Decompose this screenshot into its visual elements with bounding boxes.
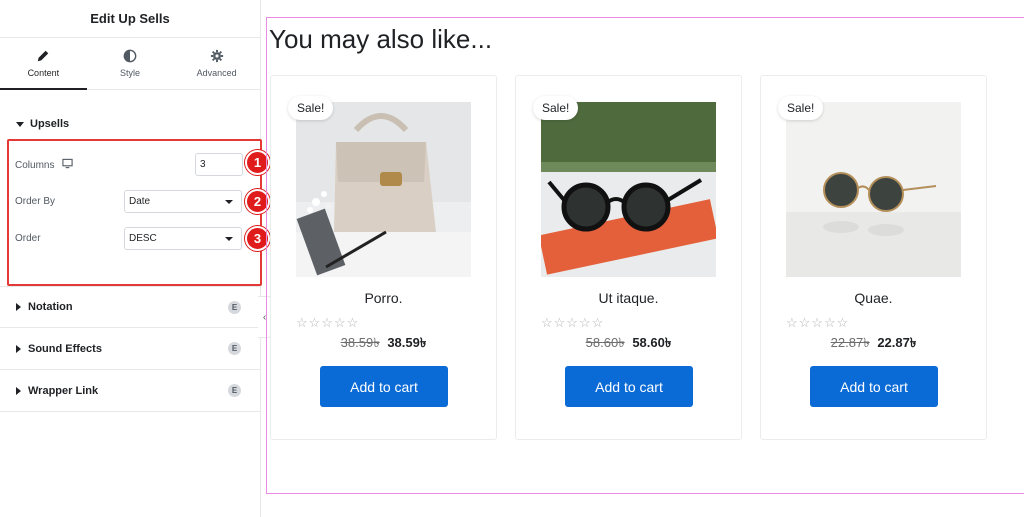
tab-style-label: Style: [120, 68, 141, 78]
product-price: 22.87৳ 22.87৳: [761, 334, 986, 355]
product-image-sunglasses-round[interactable]: [786, 102, 961, 277]
caret-right-icon: [16, 344, 21, 353]
caret-right-icon: [16, 386, 21, 395]
product-name[interactable]: Porro.: [271, 290, 496, 306]
panel-title: Edit Up Sells: [0, 0, 260, 38]
chevron-down-icon: [225, 199, 233, 204]
section-sound-effects[interactable]: Sound Effects E: [0, 328, 261, 370]
order-row: Order: [15, 233, 41, 244]
tab-content-label: Content: [27, 68, 60, 78]
section-notation-title: Notation: [28, 301, 73, 313]
sale-badge: Sale!: [533, 96, 579, 120]
regular-price: 38.59৳: [340, 335, 380, 350]
product-name[interactable]: Ut itaque.: [516, 290, 741, 306]
order-by-row: Order By: [15, 196, 55, 207]
tab-content[interactable]: Content: [0, 38, 87, 90]
regular-price: 58.60৳: [585, 335, 625, 350]
product-card: Sale! Ut itaque. ☆☆☆☆☆ 58.60৳ 58.60৳ Add…: [515, 75, 742, 440]
add-to-cart-button[interactable]: Add to cart: [320, 366, 448, 407]
add-to-cart-button[interactable]: Add to cart: [565, 366, 693, 407]
regular-price: 22.87৳: [830, 335, 870, 350]
elementor-icon: E: [228, 384, 241, 397]
elementor-icon: E: [228, 342, 241, 355]
caret-down-icon: [16, 121, 24, 127]
rating-stars: ☆☆☆☆☆: [296, 315, 360, 330]
sale-price: 58.60৳: [632, 335, 672, 350]
columns-row: Columns: [15, 158, 74, 172]
gear-icon: [210, 49, 223, 63]
order-label: Order: [15, 233, 41, 244]
panel-tabs: Content Style Advanced: [0, 38, 260, 90]
upsells-heading: You may also like...: [269, 24, 493, 54]
caret-right-icon: [16, 303, 21, 311]
product-image-sunglasses-dark[interactable]: [541, 102, 716, 277]
columns-label: Columns: [15, 159, 55, 171]
columns-input[interactable]: 3: [195, 153, 243, 176]
half-circle-icon: [123, 49, 137, 63]
order-value: DESC: [129, 233, 157, 244]
tab-style[interactable]: Style: [87, 38, 174, 89]
add-to-cart-button[interactable]: Add to cart: [810, 366, 938, 407]
product-price: 38.59৳ 38.59৳: [271, 334, 496, 355]
order-by-value: Date: [129, 196, 151, 207]
product-image-handbag[interactable]: [296, 102, 471, 277]
rating-stars: ☆☆☆☆☆: [541, 315, 605, 330]
sale-price: 22.87৳: [877, 335, 917, 350]
section-wrapper-link[interactable]: Wrapper Link E: [0, 370, 261, 412]
elementor-icon: E: [228, 300, 241, 314]
chevron-down-icon: [225, 236, 233, 241]
section-upsells-title: Upsells: [30, 118, 70, 130]
sale-badge: Sale!: [778, 96, 824, 120]
section-sound-effects-title: Sound Effects: [28, 342, 102, 355]
sale-price: 38.59৳: [387, 335, 427, 350]
product-card: Sale! Porro. ☆☆☆☆☆ 38.59৳ 38.59৳ Add to …: [270, 75, 497, 440]
section-notation[interactable]: Notation E: [0, 286, 261, 328]
tab-advanced[interactable]: Advanced: [173, 38, 260, 89]
order-by-label: Order By: [15, 196, 56, 207]
product-name[interactable]: Quae.: [761, 290, 986, 306]
tab-advanced-label: Advanced: [196, 68, 237, 78]
pencil-icon: [38, 50, 49, 62]
section-upsells-toggle[interactable]: Upsells: [0, 104, 260, 144]
product-card: Sale! Quae. ☆☆☆☆☆ 22.87৳ 22.87৳ Add to c…: [760, 75, 987, 440]
order-select[interactable]: DESC: [124, 227, 242, 250]
sale-badge: Sale!: [288, 96, 334, 120]
product-price: 58.60৳ 58.60৳: [516, 334, 741, 355]
order-by-select[interactable]: Date: [124, 190, 242, 213]
rating-stars: ☆☆☆☆☆: [786, 315, 850, 330]
section-wrapper-link-title: Wrapper Link: [28, 384, 99, 397]
monitor-icon[interactable]: [62, 158, 74, 172]
